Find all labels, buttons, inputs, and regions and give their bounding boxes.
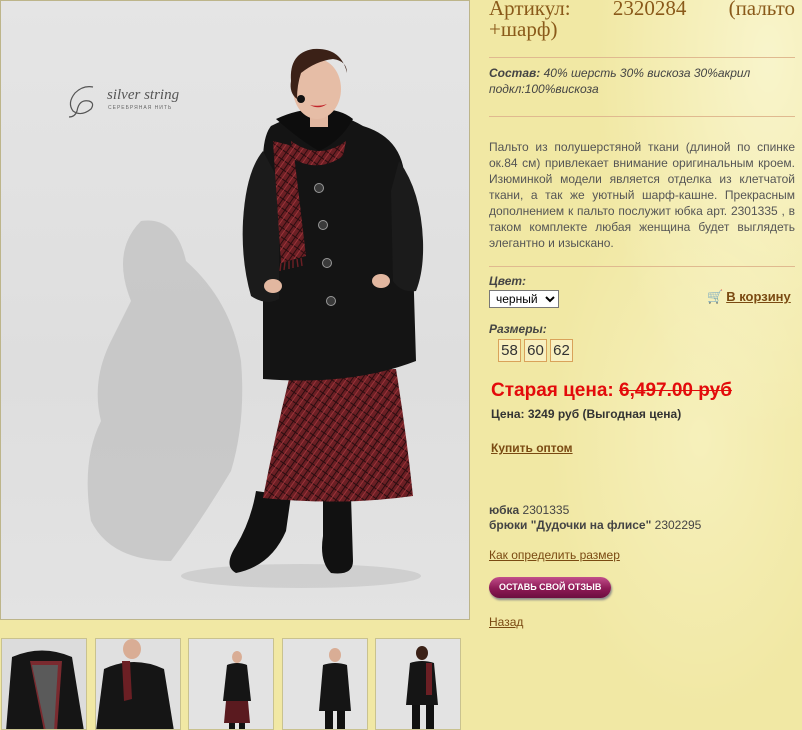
- thumbnail-2[interactable]: [95, 638, 181, 730]
- current-price: Цена: 3249 руб (Выгодная цена): [491, 407, 682, 421]
- brand-name: silver string: [107, 87, 180, 103]
- product-main-photo[interactable]: silver string СЕРЕБРЯНАЯ НИТЬ: [0, 0, 470, 620]
- buy-wholesale-link[interactable]: Купить оптом: [491, 441, 573, 455]
- add-to-cart-button[interactable]: 🛒 В корзину: [707, 288, 791, 306]
- related-item-name: юбка: [489, 503, 520, 517]
- related-item-name: брюки "Дудочки на флисе": [489, 518, 652, 532]
- product-info-panel: Артикул: 2320284 (пальто +шарф): [489, 0, 795, 40]
- thumbnail-2-image: [96, 639, 180, 729]
- thumbnail-5-image: [376, 639, 460, 729]
- cart-icon: 🛒: [707, 289, 724, 304]
- add-to-cart-label[interactable]: В корзину: [726, 289, 791, 304]
- related-item-1[interactable]: юбка 2301335: [489, 503, 569, 517]
- old-price: Старая цена: 6,497.00 руб: [491, 380, 732, 402]
- back-link[interactable]: Назад: [489, 615, 523, 629]
- title-product-type: (пальто: [728, 0, 795, 20]
- title-article-number: 2320284: [612, 0, 687, 20]
- composition: Состав: 40% шерсть 30% вискоза 30%акрил …: [489, 65, 795, 97]
- separator: [489, 116, 795, 117]
- related-item-code: 2302295: [654, 518, 702, 532]
- thumbnail-3-image: [189, 639, 273, 729]
- brand-watermark: silver string СЕРЕБРЯНАЯ НИТЬ: [63, 83, 193, 123]
- composition-label: Состав:: [489, 66, 541, 80]
- thumbnail-1[interactable]: [1, 638, 87, 730]
- color-select[interactable]: черный: [489, 290, 559, 308]
- size-list: 58 60 62: [498, 339, 573, 362]
- old-price-label: Старая цена:: [491, 380, 614, 401]
- size-guide-link[interactable]: Как определить размер: [489, 548, 620, 562]
- related-item-2[interactable]: брюки "Дудочки на флисе" 2302295: [489, 518, 701, 532]
- brand-subtitle: СЕРЕБРЯНАЯ НИТЬ: [108, 105, 173, 111]
- size-option[interactable]: 62: [550, 339, 573, 362]
- thumbnail-1-image: [2, 639, 86, 729]
- color-label: Цвет:: [489, 274, 527, 288]
- thumbnail-5[interactable]: [375, 638, 461, 730]
- sizes-label: Размеры:: [489, 322, 547, 336]
- thumbnail-4[interactable]: [282, 638, 368, 730]
- leave-review-label: ОСТАВЬ СВОЙ ОТЗЫВ: [489, 577, 612, 598]
- product-title: Артикул: 2320284 (пальто +шарф): [489, 0, 795, 40]
- size-option[interactable]: 60: [524, 339, 547, 362]
- thumbnail-4-image: [283, 639, 367, 729]
- leave-review-button[interactable]: ОСТАВЬ СВОЙ ОТЗЫВ: [489, 577, 612, 598]
- product-description: Пальто из полушерстяной ткани (длиной по…: [489, 140, 795, 250]
- separator: [489, 266, 795, 267]
- separator: [489, 57, 795, 58]
- thumbnail-3[interactable]: [188, 638, 274, 730]
- related-item-code: 2301335: [522, 503, 570, 517]
- brand-logo-icon: [68, 86, 94, 118]
- title-line-2: +шарф): [489, 17, 558, 41]
- old-price-value: 6,497.00 руб: [619, 380, 732, 401]
- size-option[interactable]: 58: [498, 339, 521, 362]
